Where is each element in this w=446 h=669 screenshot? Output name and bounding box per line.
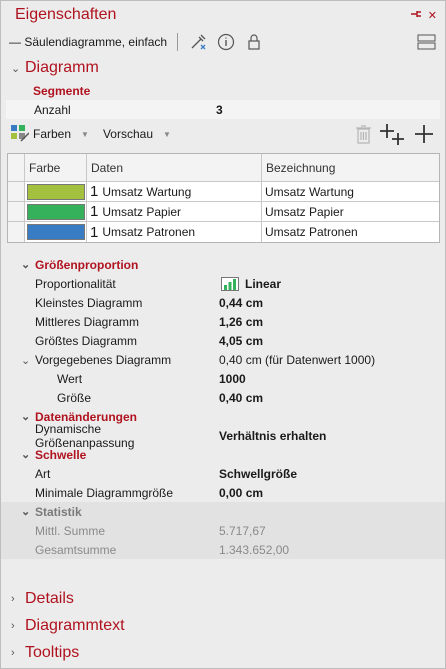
column-header-color[interactable]: Farbe xyxy=(25,154,87,181)
section-diagramm[interactable]: ⌄ Diagramm xyxy=(1,55,445,81)
property-row-groesse[interactable]: Größe 0,40 cm xyxy=(1,388,445,407)
preview-button[interactable]: Vorschau xyxy=(103,127,153,141)
colors-icon[interactable] xyxy=(9,124,29,144)
panel-title: Eigenschaften xyxy=(15,6,117,23)
label-cell[interactable]: Umsatz Patronen xyxy=(262,222,439,242)
chevron-right-icon: › xyxy=(11,646,15,659)
close-icon[interactable]: ✕ xyxy=(428,9,437,22)
property-row[interactable]: Mittleres Diagramm 1,26 cm xyxy=(1,312,445,331)
row-selector[interactable] xyxy=(8,182,25,201)
brush-clear-icon[interactable] xyxy=(188,32,208,52)
segment-count-row[interactable]: Anzahl 3 xyxy=(6,100,440,119)
property-row-wert[interactable]: Wert 1000 xyxy=(1,369,445,388)
add-icon[interactable] xyxy=(411,124,437,144)
toolbar-divider xyxy=(177,33,179,51)
property-row: Gesamtsumme 1.343.652,00 xyxy=(35,542,290,557)
pin-icon[interactable] xyxy=(410,9,422,22)
subsection-statistik[interactable]: ⌄ Statistik xyxy=(1,502,445,521)
table-header: Farbe Daten Bezeichnung xyxy=(8,154,439,182)
property-row[interactable]: Größtes Diagramm 4,05 cm xyxy=(1,331,445,350)
table-row[interactable]: 1 Umsatz Patronen Umsatz Patronen xyxy=(8,222,439,242)
property-row[interactable]: Art Schwellgröße xyxy=(1,464,445,483)
color-swatch[interactable] xyxy=(26,224,85,240)
section-diagrammtext[interactable]: › Diagrammtext xyxy=(1,612,445,639)
segment-count-label: Anzahl xyxy=(34,102,71,117)
property-row[interactable]: Dynamische Größenanpassung Verhältnis erh… xyxy=(1,422,445,450)
label-cell[interactable]: Umsatz Wartung xyxy=(262,182,439,201)
chevron-right-icon: › xyxy=(11,619,15,632)
section-diagramm-label: Diagramm xyxy=(25,59,99,76)
chevron-right-icon: › xyxy=(11,592,15,605)
column-header-label[interactable]: Bezeichnung xyxy=(262,154,439,181)
linear-chart-icon xyxy=(221,276,239,291)
chevron-down-icon: ⌄ xyxy=(21,506,31,518)
lock-icon[interactable] xyxy=(244,32,264,52)
segment-count-value[interactable]: 3 xyxy=(206,103,223,117)
color-actions: Farben ▼ Vorschau ▼ xyxy=(1,119,445,149)
property-row[interactable]: Minimale Diagrammgröße 0,00 cm xyxy=(1,483,445,502)
property-row[interactable]: Proportionalität Linear xyxy=(1,274,445,293)
subsection-segmente: Segmente xyxy=(33,83,91,98)
table-row[interactable]: 1 Umsatz Wartung Umsatz Wartung xyxy=(8,182,439,202)
chevron-down-icon: ⌄ xyxy=(11,62,21,75)
color-swatch[interactable] xyxy=(26,203,85,220)
info-icon[interactable] xyxy=(216,32,236,52)
trash-icon[interactable] xyxy=(353,124,373,144)
section-details[interactable]: › Details xyxy=(1,585,445,612)
segments-table: Farbe Daten Bezeichnung 1 Umsatz Wartung … xyxy=(7,153,440,243)
preview-dropdown-icon[interactable]: ▼ xyxy=(163,130,171,139)
color-swatch[interactable] xyxy=(26,183,85,200)
data-cell[interactable]: 1 Umsatz Patronen xyxy=(87,222,262,242)
chevron-down-icon: ⌄ xyxy=(21,449,31,461)
property-row[interactable]: Kleinstes Diagramm 0,44 cm xyxy=(1,293,445,312)
row-selector[interactable] xyxy=(8,222,25,242)
data-cell[interactable]: 1 Umsatz Papier xyxy=(87,202,262,221)
colors-dropdown-icon[interactable]: ▼ xyxy=(81,130,89,139)
statistik-group: ⌄ Statistik Mittl. Summe 5.717,67 Gesamtsu… xyxy=(1,502,445,559)
section-tooltips[interactable]: › Tooltips xyxy=(1,639,445,666)
subsection-schwelle[interactable]: ⌄ Schwelle xyxy=(1,445,445,464)
object-name: — Säulendiagramme, einfach xyxy=(9,35,168,49)
object-toolbar: — Säulendiagramme, einfach xyxy=(1,29,445,55)
label-cell[interactable]: Umsatz Papier xyxy=(262,202,439,221)
properties-panel: Eigenschaften ✕ — Säulendiagramme, einfa… xyxy=(0,0,446,669)
colors-button[interactable]: Farben xyxy=(33,127,71,141)
column-header-data[interactable]: Daten xyxy=(87,154,262,181)
chevron-down-icon: ⌄ xyxy=(21,354,31,367)
chevron-down-icon: ⌄ xyxy=(21,259,31,271)
property-row-vorgegeben[interactable]: ⌄ Vorgegebenes Diagramm 0,40 cm (für Date… xyxy=(1,350,445,369)
add-multiple-icon[interactable] xyxy=(377,124,407,145)
subsection-groessen[interactable]: ⌄ Größenproportion xyxy=(1,255,445,274)
row-selector[interactable] xyxy=(8,202,25,221)
data-cell[interactable]: 1 Umsatz Wartung xyxy=(87,182,262,201)
layout-toggle-icon[interactable] xyxy=(417,32,437,52)
property-row: Mittl. Summe 5.717,67 xyxy=(35,523,266,538)
table-row[interactable]: 1 Umsatz Papier Umsatz Papier xyxy=(8,202,439,222)
title-bar: Eigenschaften ✕ xyxy=(1,1,445,29)
